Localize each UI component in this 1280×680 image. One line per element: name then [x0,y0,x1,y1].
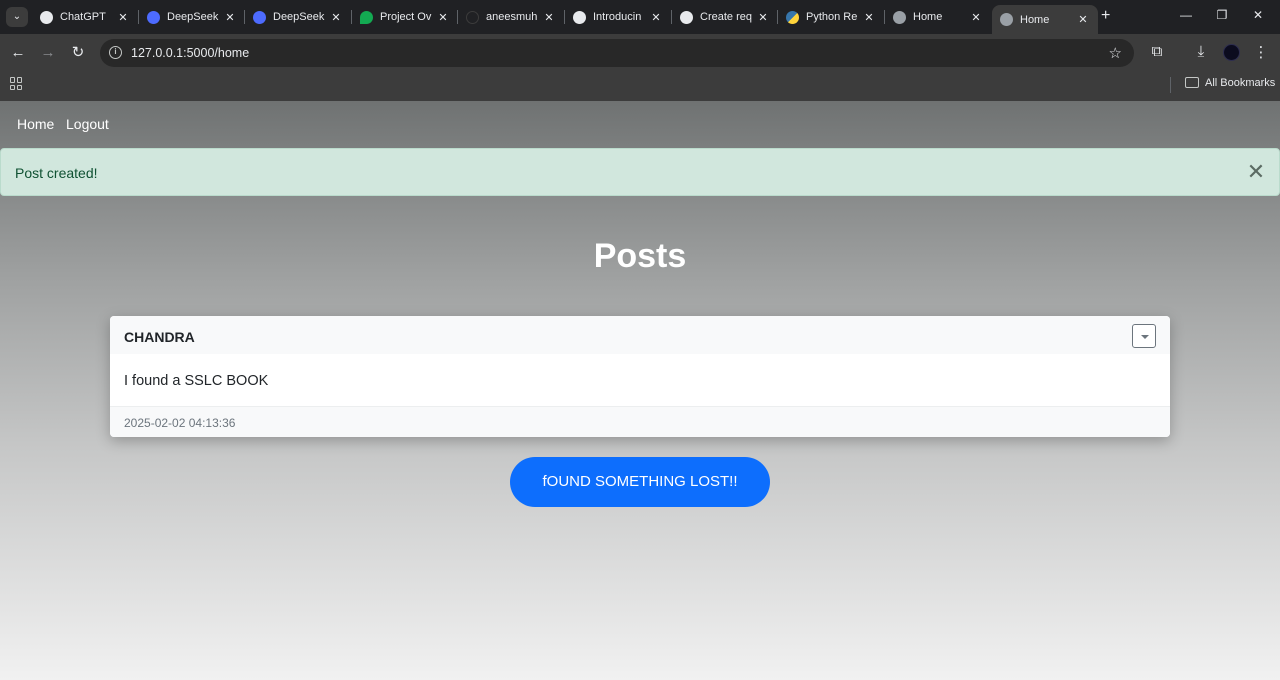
site-navbar: Home Logout [0,101,1280,148]
tab-label: Home [913,11,943,23]
close-icon[interactable]: ✕ [116,11,130,24]
tab-label: DeepSeek [273,11,325,23]
tab-label: Project Ov [380,11,432,23]
globe-icon [1000,13,1013,26]
extensions-icon[interactable]: ⧉ [1148,43,1166,60]
close-icon[interactable]: ✕ [756,11,770,24]
close-icon[interactable]: ✕ [969,11,983,24]
tab-strip: ⌄ ChatGPT ✕ DeepSeek ✕ DeepSeek ✕ Projec… [0,0,1280,34]
tab[interactable]: DeepSeek ✕ [139,5,245,29]
tab[interactable]: aneesmuh ✕ [458,5,564,29]
download-icon[interactable]: ⤓ [1192,43,1210,60]
tab-label: Python Re [806,11,858,23]
openai-icon [680,10,693,24]
reload-icon[interactable]: ↻ [69,44,87,62]
close-icon[interactable]: ✕ [1076,13,1090,26]
back-icon[interactable]: ← [9,44,27,62]
tab[interactable]: Project Ov ✕ [352,5,458,29]
tab-label: DeepSeek [167,11,219,23]
tab[interactable]: Create req ✕ [672,5,778,29]
github-icon [466,10,479,24]
post-timestamp: 2025-02-02 04:13:36 [124,416,236,430]
post-dropdown-toggle[interactable] [1132,324,1156,348]
page-title: Posts [593,237,687,275]
tab-label: Introducin [593,11,642,23]
bookmark-star-icon[interactable]: ☆ [1109,44,1122,62]
tab-label: Create req [700,11,752,23]
python-icon [786,10,799,24]
tab-label: Home [1020,13,1050,26]
browser-toolbar: ← → ↻ i 127.0.0.1:5000/home ☆ ⧉ ⤓ ⋮ [0,34,1280,72]
nav-link-home[interactable]: Home [17,116,54,132]
tab-active[interactable]: Home ✕ [992,5,1098,34]
tab[interactable]: Python Re ✕ [778,5,884,29]
post-card: CHANDRA I found a SSLC BOOK 2025-02-02 0… [110,316,1170,437]
profile-avatar[interactable] [1223,44,1240,61]
close-icon[interactable]: ✕ [542,11,556,24]
nav-link-logout[interactable]: Logout [66,116,109,132]
alert-message: Post created! [15,165,98,181]
deepseek-icon [253,10,266,24]
close-icon[interactable]: ✕ [436,11,450,24]
tab-label: aneesmuh [486,11,538,23]
all-bookmarks-link[interactable]: All Bookmarks [1205,77,1275,89]
tab-search-button[interactable]: ⌄ [6,7,28,27]
deepseek-icon [147,10,160,24]
post-card-header: CHANDRA [110,316,1170,354]
restore-icon[interactable]: ❐ [1214,8,1230,22]
tab[interactable]: DeepSeek ✕ [245,5,351,29]
post-text: I found a SSLC BOOK [124,373,269,389]
post-author: CHANDRA [124,329,195,345]
menu-icon[interactable]: ⋮ [1252,43,1270,61]
site-info-icon[interactable]: i [109,46,122,59]
tab[interactable]: Home ✕ [885,5,991,29]
new-tab-button[interactable]: + [1101,8,1110,24]
openai-icon [40,10,53,24]
close-icon[interactable]: ✕ [649,11,663,24]
found-something-lost-button[interactable]: fOUND SOMETHING LOST!! [510,457,770,507]
forward-icon[interactable]: → [39,44,57,62]
address-bar[interactable]: i 127.0.0.1:5000/home ☆ [100,39,1134,67]
url-text[interactable]: 127.0.0.1:5000/home [131,46,249,60]
success-alert: Post created! ✕ [0,148,1280,196]
post-card-footer: 2025-02-02 04:13:36 [110,406,1170,437]
post-card-body: I found a SSLC BOOK [110,354,1170,406]
close-icon[interactable]: ✕ [1243,159,1269,185]
apps-grid-icon[interactable] [10,77,23,90]
tab-label: ChatGPT [60,11,106,23]
globe-icon [893,10,906,24]
page-viewport: Home Logout Post created! ✕ Posts CHANDR… [0,101,1280,680]
tab[interactable]: ChatGPT ✕ [32,5,138,29]
window-close-icon[interactable]: ✕ [1250,8,1266,22]
close-icon[interactable]: ✕ [223,11,237,24]
leaf-icon [360,10,373,24]
bookmarks-bar: All Bookmarks [0,72,1280,101]
folder-icon [1185,77,1199,88]
openai-icon [573,10,586,24]
close-icon[interactable]: ✕ [862,11,876,24]
tab[interactable]: Introducin ✕ [565,5,671,29]
minimize-icon[interactable]: — [1178,8,1194,22]
close-icon[interactable]: ✕ [329,11,343,24]
